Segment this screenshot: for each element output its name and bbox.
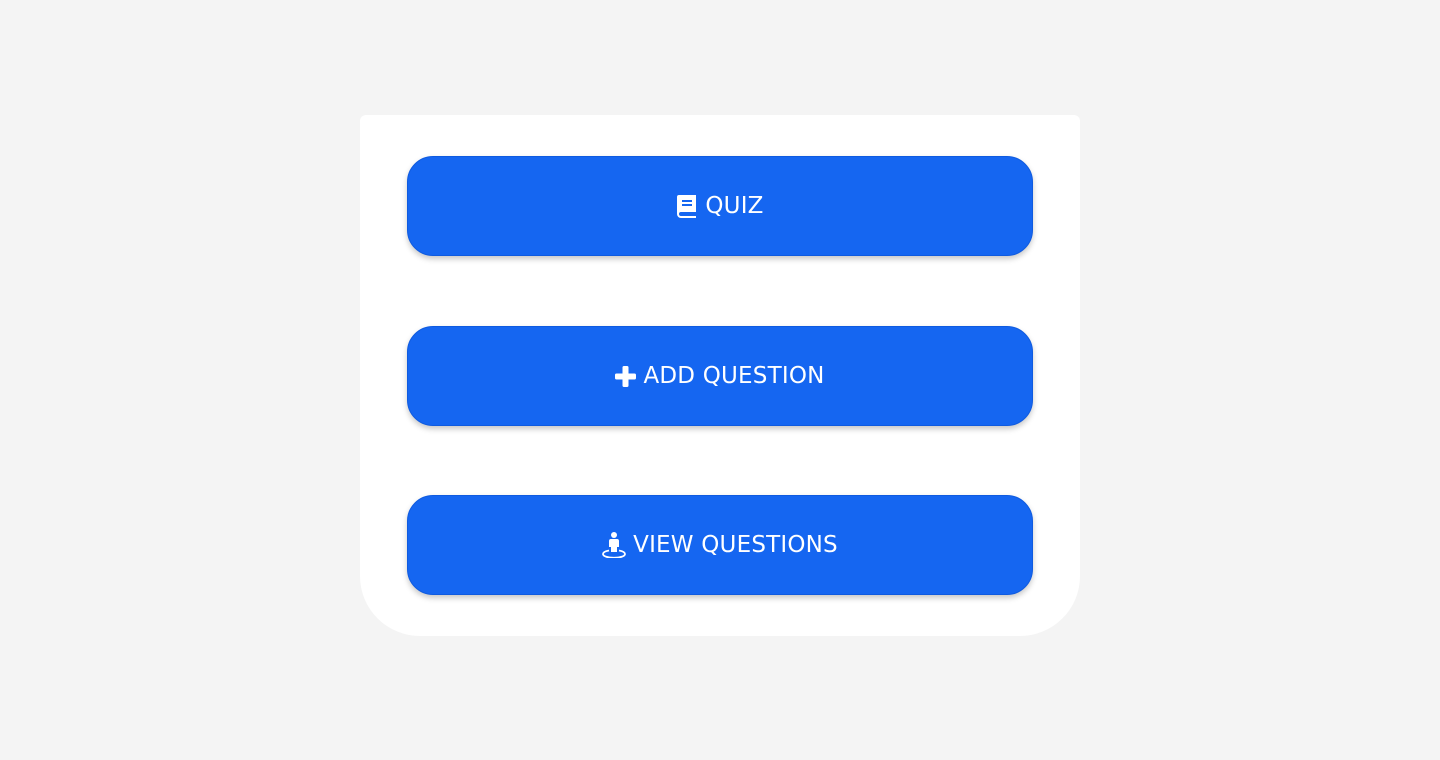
view-questions-button-label: VIEW QUESTIONS (633, 531, 838, 558)
street-view-icon (602, 532, 627, 558)
add-question-button[interactable]: ADD QUESTION (407, 326, 1033, 426)
main-menu-card: QUIZ ADD QUESTION VIEW QUESTIONS (360, 115, 1080, 636)
quiz-button[interactable]: QUIZ (407, 156, 1033, 256)
book-icon (676, 194, 698, 218)
add-question-button-label: ADD QUESTION (643, 362, 825, 389)
quiz-button-label: QUIZ (705, 192, 764, 219)
view-questions-button[interactable]: VIEW QUESTIONS (407, 495, 1033, 595)
plus-icon (615, 365, 637, 387)
